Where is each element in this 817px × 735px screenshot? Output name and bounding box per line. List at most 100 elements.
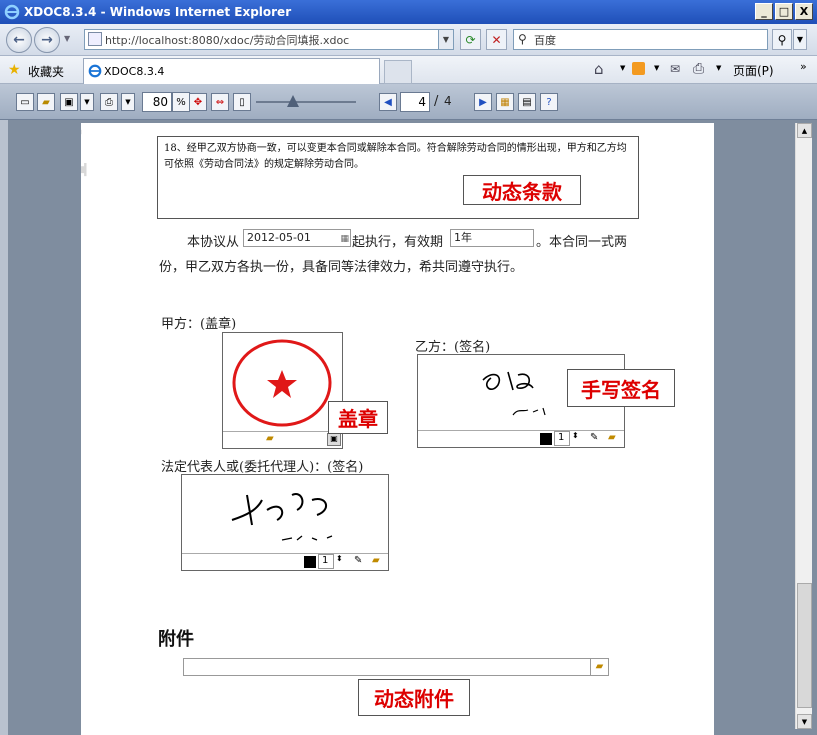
scroll-down-icon[interactable]: ▼: [797, 714, 812, 729]
zoom-slider-thumb[interactable]: [287, 95, 299, 107]
pen-width-input-b[interactable]: 1: [554, 431, 570, 446]
chevron-left-icon: ◀: [384, 96, 392, 108]
fit-width-icon: ⇔: [215, 96, 225, 108]
refresh-button[interactable]: ⟳: [460, 29, 481, 50]
clause-text: 18、经甲乙双方协商一致，可以变更本合同或解除本合同。符合解除劳动合同的情形出现…: [164, 143, 627, 170]
forward-button[interactable]: →: [34, 27, 60, 53]
legal-rep-signature-pad[interactable]: 1 ⬍ ✎ ▰: [181, 474, 389, 571]
seal-box[interactable]: ▰ ▣: [222, 332, 343, 449]
next-page-button[interactable]: ▶: [474, 93, 492, 111]
chevron-down-icon: ▼: [84, 98, 90, 106]
close-button[interactable]: X: [795, 3, 813, 20]
page-number-input[interactable]: 4: [400, 92, 430, 112]
pen-width-stepper-rep[interactable]: ⬍: [336, 554, 343, 563]
page-icon: ▯: [239, 96, 245, 108]
address-dropdown-icon[interactable]: ▼: [438, 30, 453, 49]
term-field[interactable]: 1年: [450, 229, 534, 247]
print-dropdown[interactable]: ▼: [121, 93, 135, 111]
chevron-down-icon: ▼: [796, 35, 804, 44]
favorites-button[interactable]: 收藏夹: [28, 63, 64, 80]
para-line2: 份，甲乙双方各执一份，具备同等法律效力，希共同遵守执行。: [159, 260, 524, 275]
open-folder-icon[interactable]: ▰: [266, 433, 274, 444]
print-button[interactable]: ⎙: [100, 93, 118, 111]
printer-icon: ⎙: [105, 96, 113, 108]
prev-page-button[interactable]: ◀: [379, 93, 397, 111]
magnifier-icon: ⚲: [777, 32, 787, 47]
zoom-percent-button[interactable]: %: [172, 92, 190, 112]
more-commands-icon[interactable]: »: [800, 60, 807, 73]
search-input[interactable]: ⚲ 百度: [513, 29, 768, 50]
callout-seal: 盖章: [328, 401, 388, 434]
thumbnails-button[interactable]: ▦: [496, 93, 514, 111]
scroll-up-icon[interactable]: ▲: [797, 123, 812, 138]
new-doc-icon: ▭: [20, 96, 30, 108]
para-prefix: 本协议从: [187, 235, 240, 250]
zoom-slider-track[interactable]: [256, 101, 356, 103]
document-icon: ▤: [522, 96, 532, 108]
callout-dynamic-clause: 动态条款: [463, 175, 581, 205]
print-dropdown-icon[interactable]: ▼: [716, 64, 721, 72]
eraser-icon[interactable]: ✎: [354, 555, 362, 566]
back-button[interactable]: ←: [6, 27, 32, 53]
party-a-label: 甲方：(盖章): [161, 317, 237, 332]
stop-button[interactable]: ✕: [486, 29, 507, 50]
watermark: http://www.hgsql.com: [81, 123, 111, 243]
eraser-icon[interactable]: ✎: [590, 432, 598, 443]
save-button[interactable]: ▣: [60, 93, 78, 111]
rss-dropdown-icon[interactable]: ▼: [654, 64, 659, 72]
open-folder-icon[interactable]: ▰: [608, 432, 616, 443]
fit-page-button[interactable]: ✥: [189, 93, 207, 111]
calendar-icon[interactable]: ▦: [340, 231, 349, 247]
maximize-button[interactable]: □: [775, 3, 793, 20]
minimize-button[interactable]: _: [755, 3, 773, 20]
seal-picker-icon[interactable]: ▣: [327, 433, 341, 446]
legal-rep-signature-image: [231, 493, 333, 541]
rss-icon[interactable]: [632, 62, 645, 75]
pen-width-stepper-b[interactable]: ⬍: [572, 431, 579, 440]
actual-size-button[interactable]: ▯: [233, 93, 251, 111]
search-options-button[interactable]: ▼: [793, 29, 807, 50]
address-input[interactable]: http://localhost:8080/xdoc/劳动合同填报.xdoc ▼: [84, 29, 454, 50]
favorites-bar: ★ 收藏夹 XDOC8.3.4 ⌂ ▼ ▼ ✉ ⎙ ▼ 页面(P) »: [0, 56, 817, 84]
para-mid: 起执行，有效期: [352, 235, 444, 250]
pen-color-swatch[interactable]: [304, 556, 316, 568]
attachment-field[interactable]: ▰: [183, 658, 609, 676]
fit-width-button[interactable]: ⇔: [211, 93, 229, 111]
tab-title: XDOC8.3.4: [104, 65, 165, 78]
help-button[interactable]: ?: [540, 93, 558, 111]
party-b-label: 乙方：(签名): [415, 340, 491, 355]
help-icon: ?: [546, 96, 552, 108]
tab-xdoc[interactable]: XDOC8.3.4: [83, 58, 380, 84]
print-icon[interactable]: ⎙: [693, 61, 704, 77]
open-folder-icon[interactable]: ▰: [590, 659, 608, 675]
home-dropdown-icon[interactable]: ▼: [620, 64, 625, 72]
folder-icon: ▰: [42, 96, 50, 108]
save-dropdown[interactable]: ▼: [80, 93, 94, 111]
legal-rep-sign-toolbar: 1 ⬍ ✎ ▰: [182, 553, 388, 570]
search-go-button[interactable]: ⚲: [772, 29, 792, 50]
history-dropdown-icon[interactable]: ▼: [64, 34, 70, 43]
start-date-value: 2012-05-01: [247, 231, 311, 244]
start-date-field[interactable]: 2012-05-01 ▦: [243, 229, 351, 247]
company-seal-image: [232, 339, 332, 427]
fit-page-icon: ✥: [193, 96, 203, 108]
page-menu[interactable]: 页面(P): [733, 62, 774, 79]
window-titlebar: XDOC8.3.4 - Windows Internet Explorer _ …: [0, 0, 817, 24]
scroll-thumb[interactable]: [797, 583, 812, 708]
pen-width-input-rep[interactable]: 1: [318, 554, 334, 569]
home-icon[interactable]: ⌂: [594, 60, 604, 78]
mail-icon[interactable]: ✉: [670, 62, 680, 76]
open-folder-icon[interactable]: ▰: [372, 555, 380, 566]
legal-rep-label: 法定代表人或(委托代理人)：(签名): [161, 460, 364, 475]
new-doc-button[interactable]: ▭: [16, 93, 34, 111]
pen-color-swatch[interactable]: [540, 433, 552, 445]
address-toolbar: ← → ▼ http://localhost:8080/xdoc/劳动合同填报.…: [0, 24, 817, 56]
chevron-down-icon: ▼: [125, 98, 131, 106]
open-button[interactable]: ▰: [37, 93, 55, 111]
properties-button[interactable]: ▤: [518, 93, 536, 111]
para-suffix: 。本合同一式两: [536, 235, 628, 250]
vertical-scrollbar[interactable]: ▲ ▼: [795, 123, 812, 729]
zoom-input[interactable]: 80: [142, 92, 172, 112]
left-splitter[interactable]: [0, 120, 8, 735]
new-tab-button[interactable]: [384, 60, 412, 84]
